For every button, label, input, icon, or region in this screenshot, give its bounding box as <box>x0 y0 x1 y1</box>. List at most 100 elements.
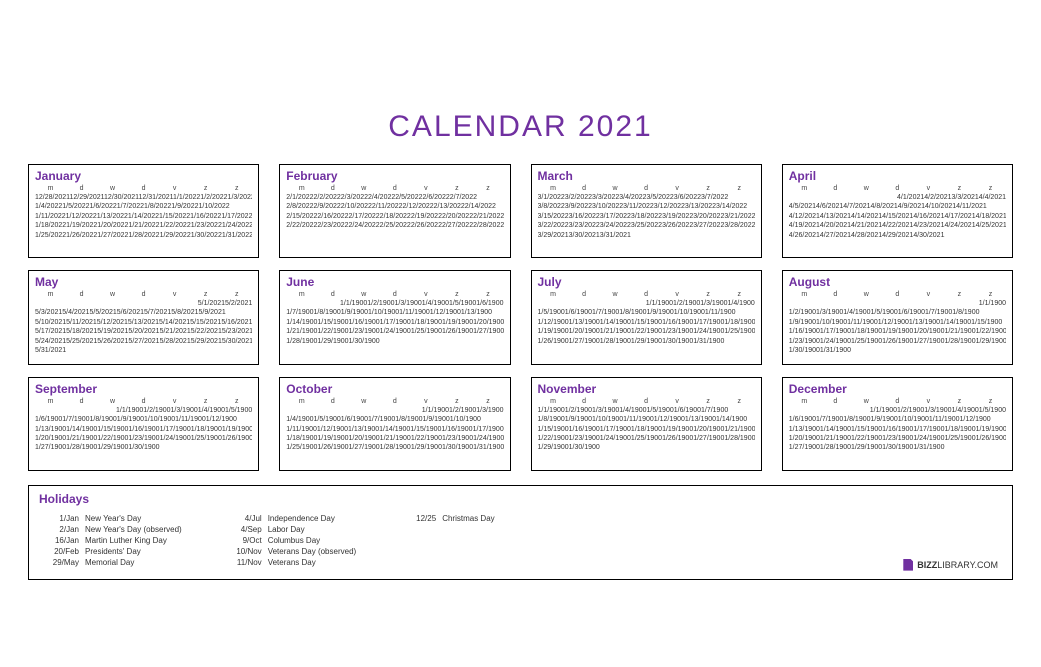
day-row: 5/17/20215/18/20215/19/20215/20/20215/21… <box>35 327 252 336</box>
day-row: 1/2/19001/3/19001/4/19001/5/19001/6/1900… <box>789 308 1006 317</box>
day-row: 1/22/19001/23/19001/24/19001/25/19001/26… <box>538 434 755 443</box>
month-box: Maymdwdvzz5/1/20215/2/20215/3/20215/4/20… <box>28 270 259 365</box>
logo-icon <box>903 559 913 571</box>
holiday-entry: 11/NovVeterans Day <box>222 558 357 567</box>
holidays-column: 12/25 Christmas Day <box>396 514 494 569</box>
holidays-box: Holidays 1/JanNew Year's Day 2/JanNew Yea… <box>28 485 1013 580</box>
day-row: 1/1/1900 <box>789 299 1006 308</box>
month-box: Novembermdwdvzz1/1/19001/2/19001/3/19001… <box>531 377 762 471</box>
day-row: 1/13/19001/14/19001/15/19001/16/19001/17… <box>789 425 1006 434</box>
month-name: July <box>538 275 755 289</box>
day-headers: mdwdvzz <box>286 398 503 405</box>
logo: BIZZLIBRARY.COM <box>903 559 998 571</box>
day-row: 12/28/202112/29/202112/30/202112/31/2021… <box>35 193 252 202</box>
month-box: Decembermdwdvzz1/1/19001/2/19001/3/19001… <box>782 377 1013 471</box>
month-box: Januarymdwdvzz12/28/202112/29/202112/30/… <box>28 164 259 258</box>
holidays-title: Holidays <box>39 492 1002 506</box>
day-row: 1/12/19001/13/19001/14/19001/15/19001/16… <box>538 318 755 327</box>
holiday-date: 12/25 <box>396 514 436 523</box>
day-row: 1/20/19001/21/19001/22/19001/23/19001/24… <box>35 434 252 443</box>
month-name: February <box>286 169 503 183</box>
day-row: 1/27/19001/28/19001/29/19001/30/1900 <box>35 443 252 452</box>
day-row: 1/13/19001/14/19001/15/19001/16/19001/17… <box>35 425 252 434</box>
holiday-date: 10/Nov <box>222 547 262 556</box>
day-row: 3/8/20223/9/20223/10/20223/11/20223/12/2… <box>538 202 755 211</box>
holiday-entry: 9/OctColumbus Day <box>222 536 357 545</box>
day-row: 1/4/19001/5/19001/6/19001/7/19001/8/1900… <box>286 415 503 424</box>
day-row: 1/30/19001/31/1900 <box>789 346 1006 355</box>
holiday-name: Christmas Day <box>442 514 494 523</box>
day-row: 1/25/20221/26/20221/27/20221/28/20221/29… <box>35 231 252 240</box>
day-row: 1/8/19001/9/19001/10/19001/11/19001/12/1… <box>538 415 755 424</box>
holiday-name: Labor Day <box>268 525 305 534</box>
holidays-column: 1/JanNew Year's Day 2/JanNew Year's Day (… <box>39 514 182 569</box>
day-row: 1/29/19001/30/1900 <box>538 443 755 452</box>
holiday-entry: 29/May Memorial Day <box>39 558 182 567</box>
holiday-entry: 2/JanNew Year's Day (observed) <box>39 525 182 534</box>
day-row: 4/19/20214/20/20214/21/20214/22/20214/23… <box>789 221 1006 230</box>
day-row: 1/11/20221/12/20221/13/20221/14/20221/15… <box>35 212 252 221</box>
day-row: 3/15/20223/16/20223/17/20223/18/20223/19… <box>538 212 755 221</box>
day-headers: mdwdvzz <box>789 185 1006 192</box>
day-row: 1/14/19001/15/19001/16/19001/17/19001/18… <box>286 318 503 327</box>
month-box: Septembermdwdvzz1/1/19001/2/19001/3/1900… <box>28 377 259 471</box>
month-box: Augustmdwdvzz1/1/19001/2/19001/3/19001/4… <box>782 270 1013 365</box>
months-grid: Januarymdwdvzz12/28/202112/29/202112/30/… <box>28 164 1013 471</box>
holiday-name: New Year's Day (observed) <box>85 525 182 534</box>
day-headers: mdwdvzz <box>789 398 1006 405</box>
day-row: 1/6/19001/7/19001/8/19001/9/19001/10/190… <box>789 415 1006 424</box>
day-row: 4/26/20214/27/20214/28/20214/29/20214/30… <box>789 231 1006 240</box>
day-row: 1/1/19001/2/19001/3/19001/4/19001/5/1900 <box>35 406 252 415</box>
holiday-date: 4/Jul <box>222 514 262 523</box>
holiday-name: Martin Luther King Day <box>85 536 167 545</box>
holiday-name: Veterans Day <box>268 558 316 567</box>
month-box: Februarymdwdvzz2/1/20222/2/20222/3/20222… <box>279 164 510 258</box>
day-row: 2/22/20222/23/20222/24/20222/25/20222/26… <box>286 221 503 230</box>
day-row: 4/5/20214/6/20214/7/20214/8/20214/9/2021… <box>789 202 1006 211</box>
day-row: 1/7/19001/8/19001/9/19001/10/19001/11/19… <box>286 308 503 317</box>
day-row: 2/8/20222/9/20222/10/20222/11/20222/12/2… <box>286 202 503 211</box>
holiday-entry: 12/25 Christmas Day <box>396 514 494 523</box>
day-row: 1/1/19001/2/19001/3/1900 <box>286 406 503 415</box>
day-row: 1/11/19001/12/19001/13/19001/14/19001/15… <box>286 425 503 434</box>
day-headers: mdwdvzz <box>789 291 1006 298</box>
day-row: 1/25/19001/26/19001/27/19001/28/19001/29… <box>286 443 503 452</box>
day-row: 1/1/19001/2/19001/3/19001/4/19001/5/1900… <box>538 406 755 415</box>
day-headers: mdwdvzz <box>286 185 503 192</box>
month-box: Octobermdwdvzz1/1/19001/2/19001/3/19001/… <box>279 377 510 471</box>
holiday-entry: 4/JulIndependence Day <box>222 514 357 523</box>
day-row: 1/15/19001/16/19001/17/19001/18/19001/19… <box>538 425 755 434</box>
month-name: March <box>538 169 755 183</box>
holiday-date: 29/May <box>39 558 79 567</box>
holiday-date: 16/Jan <box>39 536 79 545</box>
day-row: 3/1/20223/2/20223/3/20223/4/20223/5/2022… <box>538 193 755 202</box>
day-row: 5/24/20215/25/20215/26/20215/27/20215/28… <box>35 337 252 346</box>
month-box: Aprilmdwdvzz4/1/20214/2/20213/3/20214/4/… <box>782 164 1013 258</box>
day-row: 1/20/19001/21/19001/22/19001/23/19001/24… <box>789 434 1006 443</box>
month-name: May <box>35 275 252 289</box>
day-row: 5/1/20215/2/2021 <box>35 299 252 308</box>
holiday-entry: 1/JanNew Year's Day <box>39 514 182 523</box>
day-headers: mdwdvzz <box>35 185 252 192</box>
day-row: 1/6/19001/7/19001/8/19001/9/19001/10/190… <box>35 415 252 424</box>
day-row: 2/15/20222/16/20222/17/20222/18/20222/19… <box>286 212 503 221</box>
holiday-name: Memorial Day <box>85 558 134 567</box>
month-name: September <box>35 382 252 396</box>
holiday-entry: 20/FebPresidents' Day <box>39 547 182 556</box>
day-row: 1/9/19001/10/19001/11/19001/12/19001/13/… <box>789 318 1006 327</box>
holiday-date: 4/Sep <box>222 525 262 534</box>
day-row: 1/27/19001/28/19001/29/19001/30/19001/31… <box>789 443 1006 452</box>
day-row: 1/5/19001/6/19001/7/19001/8/19001/9/1900… <box>538 308 755 317</box>
holiday-name: Veterans Day (observed) <box>268 547 357 556</box>
holiday-entry: 10/Nov Veterans Day (observed) <box>222 547 357 556</box>
month-name: November <box>538 382 755 396</box>
day-row: 1/19/19001/20/19001/21/19001/22/19001/23… <box>538 327 755 336</box>
calendar-title: CALENDAR 2021 <box>28 110 1013 144</box>
day-row: 1/28/19001/29/19001/30/1900 <box>286 337 503 346</box>
holiday-entry: 4/Sep Labor Day <box>222 525 357 534</box>
day-row: 1/21/19001/22/19001/23/19001/24/19001/25… <box>286 327 503 336</box>
holiday-date: 20/Feb <box>39 547 79 556</box>
month-name: April <box>789 169 1006 183</box>
holidays-column: 4/JulIndependence Day 4/Sep Labor Day 9/Oct… <box>222 514 357 569</box>
day-row: 1/26/19001/27/19001/28/19001/29/19001/30… <box>538 337 755 346</box>
